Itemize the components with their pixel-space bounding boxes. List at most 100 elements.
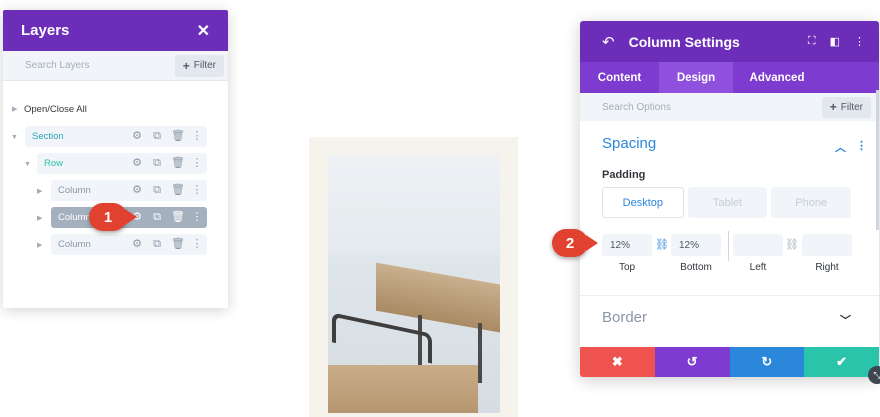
caret-right-icon: ▶ <box>12 106 18 113</box>
options-search-bar: Search Options + Filter <box>580 93 879 121</box>
trash-icon[interactable]: 🗑 <box>171 157 185 169</box>
plus-icon: + <box>829 100 837 114</box>
callout-marker: 2 <box>552 229 598 257</box>
more-icon[interactable]: ⋮ <box>191 184 203 196</box>
caret-right-icon[interactable]: ▶ <box>37 241 42 249</box>
filter-label: Filter <box>840 101 863 113</box>
more-icon[interactable]: ⋮ <box>191 130 203 142</box>
trash-icon[interactable]: 🗑 <box>171 238 185 250</box>
more-icon[interactable]: ⋮ <box>854 35 865 48</box>
layer-tools: ⚙ ⧉ 🗑 ⋮ <box>131 211 203 223</box>
padding-divider <box>728 231 729 261</box>
duplicate-icon[interactable]: ⧉ <box>151 184 163 196</box>
border-section-title[interactable]: Border <box>602 309 647 326</box>
padding-bottom-input[interactable]: 12% <box>671 234 721 256</box>
duplicate-icon[interactable]: ⧉ <box>151 211 163 223</box>
tab-advanced[interactable]: Advanced <box>733 62 821 93</box>
padding-right-label: Right <box>815 262 839 273</box>
padding-top-input[interactable]: 12% <box>602 234 652 256</box>
more-icon[interactable]: ⋮ <box>191 211 203 223</box>
column-settings-modal: ↶ Column Settings ⛶ ◧ ⋮ Content Design A… <box>580 21 879 377</box>
resize-handle-icon[interactable]: ⤡ <box>868 366 880 384</box>
gear-icon[interactable]: ⚙ <box>131 184 143 196</box>
gear-icon[interactable]: ⚙ <box>131 130 143 142</box>
caret-right-icon[interactable]: ▶ <box>37 187 42 195</box>
callout-pointer <box>125 209 137 225</box>
more-icon[interactable]: ⋮ <box>191 157 203 169</box>
trash-icon[interactable]: 🗑 <box>171 211 185 223</box>
padding-bottom-label: Bottom <box>680 262 712 273</box>
layer-label: Row <box>44 158 64 169</box>
layers-search-input[interactable]: Search Layers <box>25 60 89 71</box>
open-close-all[interactable]: ▶ Open/Close All <box>12 104 87 115</box>
layers-filter-button[interactable]: + Filter <box>174 54 224 77</box>
header-icons: ⛶ ◧ ⋮ <box>808 35 865 48</box>
callout-pointer <box>586 235 598 251</box>
more-icon[interactable]: ⋮ <box>856 139 867 155</box>
trash-icon[interactable]: 🗑 <box>171 130 185 142</box>
callout-number: 2 <box>565 234 575 252</box>
padding-left-input[interactable] <box>733 234 783 256</box>
spacing-section-title[interactable]: Spacing <box>602 135 656 152</box>
padding-left-label: Left <box>749 262 767 273</box>
layer-tools: ⚙ ⧉ 🗑 ⋮ <box>131 184 203 196</box>
duplicate-icon[interactable]: ⧉ <box>151 130 163 142</box>
layer-item-column[interactable]: Column ⚙ ⧉ 🗑 ⋮ <box>51 234 207 255</box>
chevron-down-icon[interactable]: ﹀ <box>840 312 851 328</box>
unlink-icon[interactable]: ⛓ <box>785 238 799 251</box>
discard-button[interactable]: ✖ <box>580 347 655 377</box>
options-search-input[interactable]: Search Options <box>602 102 671 113</box>
settings-scrollbar[interactable] <box>876 90 879 230</box>
padding-right-input[interactable] <box>802 234 852 256</box>
padding-label: Padding <box>602 169 646 181</box>
undo-button[interactable]: ↺ <box>654 347 730 377</box>
layer-tools: ⚙ ⧉ 🗑 ⋮ <box>131 130 203 142</box>
photo-seat <box>328 365 478 413</box>
layer-item-section[interactable]: Section ⚙ ⧉ 🗑 ⋮ <box>25 126 207 147</box>
undo-back-icon[interactable]: ↶ <box>602 33 615 51</box>
device-tabs: Desktop Tablet Phone <box>602 187 852 218</box>
photo-table-leg <box>478 323 482 383</box>
filter-label: Filter <box>193 60 216 71</box>
plus-icon: + <box>182 58 190 73</box>
chevron-up-icon[interactable]: ︿ <box>835 139 846 155</box>
settings-header: ↶ Column Settings ⛶ ◧ ⋮ <box>580 21 879 62</box>
layer-label: Section <box>32 131 64 142</box>
gear-icon[interactable]: ⚙ <box>131 157 143 169</box>
open-close-label: Open/Close All <box>24 104 87 115</box>
link-icon[interactable]: ⛓ <box>655 238 669 251</box>
settings-title: Column Settings <box>628 33 740 50</box>
caret-down-icon[interactable]: ▼ <box>24 161 31 168</box>
options-filter-button[interactable]: + Filter <box>821 96 871 118</box>
layer-item-row[interactable]: Row ⚙ ⧉ 🗑 ⋮ <box>37 153 207 174</box>
callout-marker: 1 <box>89 203 137 231</box>
device-tab-tablet[interactable]: Tablet <box>687 187 768 218</box>
photo-chair <box>332 312 432 364</box>
layer-tools: ⚙ ⧉ 🗑 ⋮ <box>131 157 203 169</box>
spacing-section-controls: ︿ ⋮ <box>835 139 867 155</box>
device-tab-desktop[interactable]: Desktop <box>602 187 684 218</box>
tab-content[interactable]: Content <box>580 62 659 93</box>
layer-label: Column <box>58 239 91 250</box>
layers-panel: Layers ✕ Search Layers + Filter ▶ Open/C… <box>3 10 228 308</box>
section-divider <box>580 295 879 296</box>
action-bar: ✖ ↺ ↻ ✔ <box>580 347 879 377</box>
split-view-icon[interactable]: ◧ <box>830 35 840 48</box>
gear-icon[interactable]: ⚙ <box>131 238 143 250</box>
caret-down-icon[interactable]: ▼ <box>11 134 18 141</box>
layers-search-bar: Search Layers + Filter <box>3 51 228 81</box>
duplicate-icon[interactable]: ⧉ <box>151 157 163 169</box>
redo-button[interactable]: ↻ <box>729 347 805 377</box>
fullscreen-icon[interactable]: ⛶ <box>808 35 816 48</box>
device-tab-phone[interactable]: Phone <box>771 187 852 218</box>
tab-design[interactable]: Design <box>659 62 733 93</box>
duplicate-icon[interactable]: ⧉ <box>151 238 163 250</box>
chair-table-photo <box>328 155 500 413</box>
settings-tabs: Content Design Advanced <box>580 62 879 93</box>
layer-item-column[interactable]: Column ⚙ ⧉ 🗑 ⋮ <box>51 180 207 201</box>
trash-icon[interactable]: 🗑 <box>171 184 185 196</box>
layer-tools: ⚙ ⧉ 🗑 ⋮ <box>131 238 203 250</box>
close-icon[interactable]: ✕ <box>197 21 210 41</box>
more-icon[interactable]: ⋮ <box>191 238 203 250</box>
caret-right-icon[interactable]: ▶ <box>37 214 42 222</box>
